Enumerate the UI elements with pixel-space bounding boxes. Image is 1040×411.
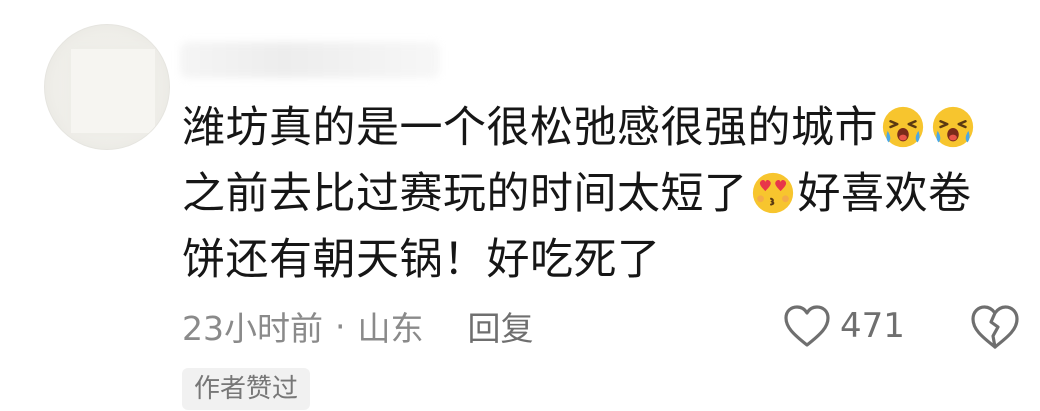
crying-face-icon: [882, 106, 924, 148]
comment-text-line-3: 饼还有朝天锅！好吃死了: [182, 235, 661, 285]
comment-line-2: 之前去比过赛玩的时间太短了 好喜欢卷: [182, 161, 1012, 227]
like-count: 471: [840, 306, 905, 346]
broken-heart-icon[interactable]: [968, 302, 1022, 352]
comment-body: 潍坊真的是一个很松弛感很强的城市 之前去比过赛玩的时间太短了 好喜欢卷 饼还有朝…: [182, 95, 1012, 293]
username-blurred[interactable]: [180, 42, 440, 78]
comment-text-line-2a: 之前去比过赛玩的时间太短了: [182, 169, 748, 219]
comment-text-line-2b: 好喜欢卷: [797, 169, 972, 219]
comment-line-3: 饼还有朝天锅！好吃死了: [182, 227, 1012, 293]
crying-face-icon: [932, 106, 974, 148]
comment-time: 23小时前: [182, 309, 323, 348]
heart-icon: [784, 305, 830, 347]
meta-separator: ·: [335, 306, 346, 346]
heart-eyes-face-icon: [752, 172, 793, 214]
avatar-image-blurred: [71, 49, 155, 133]
comment-text-line-1: 潍坊真的是一个很松弛感很强的城市: [182, 103, 878, 153]
like-button[interactable]: 471: [782, 300, 905, 352]
comment-location: 山东: [357, 309, 424, 348]
avatar[interactable]: [44, 24, 170, 150]
comment-meta: 23小时前 · 山东 回复: [182, 300, 534, 352]
author-liked-badge: 作者赞过: [182, 368, 311, 410]
comment-line-1: 潍坊真的是一个很松弛感很强的城市: [182, 95, 1012, 161]
reply-button[interactable]: 回复: [468, 302, 534, 350]
